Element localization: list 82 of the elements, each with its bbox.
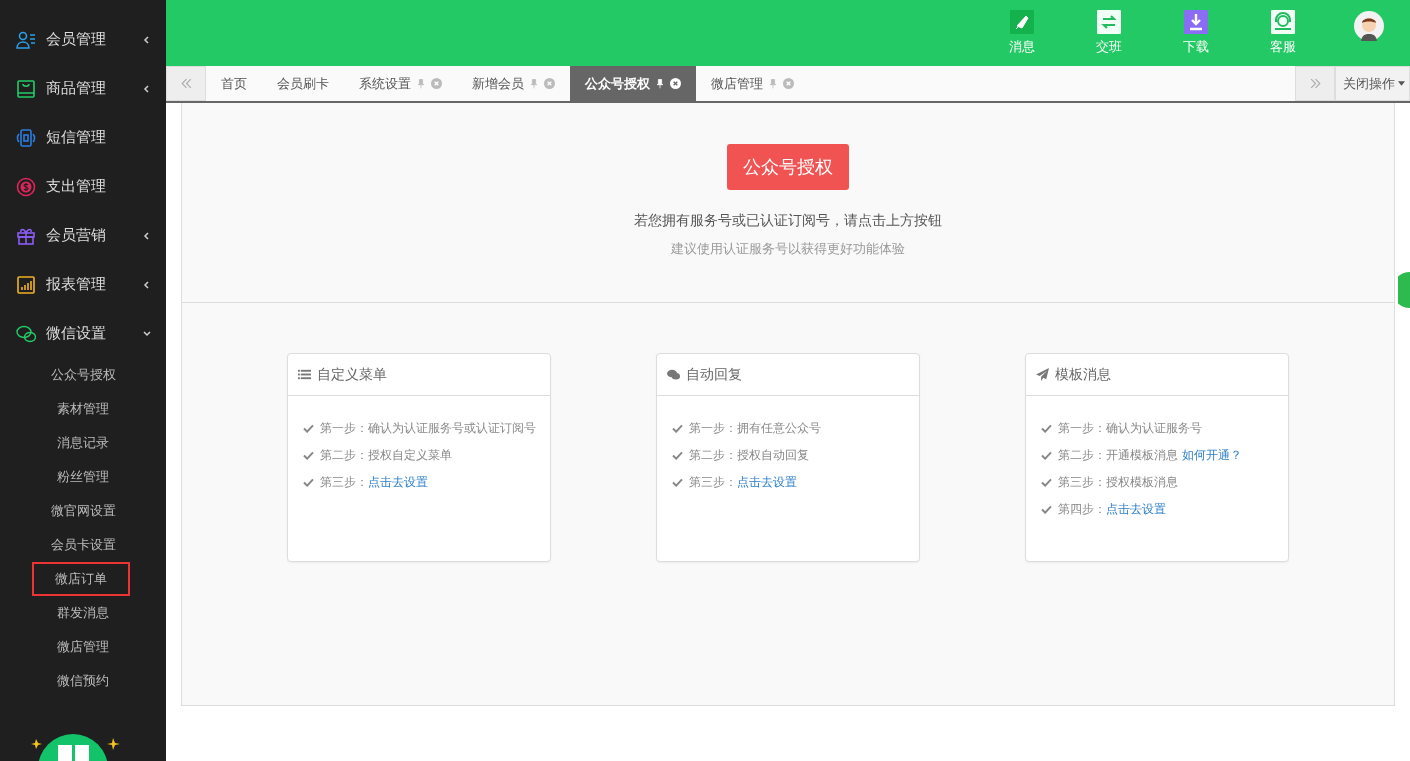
link[interactable]: 点击去设置 [1106,502,1167,516]
tab[interactable]: 新增会员 [457,66,570,101]
step-text: 第三步：授权模板消息 [1058,474,1179,491]
double-chevron-right-icon [1308,77,1322,90]
scroll-left-button[interactable] [166,66,206,101]
step-text: 第二步：授权自动回复 [689,447,809,464]
sidebar-item[interactable]: 商品管理 [0,64,166,113]
floating-button[interactable] [1398,270,1410,310]
sidebar-item[interactable]: 报表管理 [0,260,166,309]
caret-icon [1398,81,1405,86]
check-icon [1041,451,1053,460]
step-text: 第一步：拥有任意公众号 [689,420,821,437]
pin-icon [417,78,425,89]
link[interactable]: 如何开通？ [1182,448,1243,462]
pin-icon [656,78,664,89]
step-text: 第三步：点击去设置 [689,474,797,491]
chat-icon [16,323,36,344]
check-icon [302,424,314,433]
sidebar-item[interactable]: 会员营销 [0,211,166,260]
chevron-left-icon [142,230,152,241]
headset-icon [1270,10,1295,34]
submenu-item[interactable]: 会员卡设置 [28,528,138,562]
sidebar-item[interactable]: 短信管理 [0,113,166,162]
phone-icon [16,127,36,148]
tab[interactable]: 公众号授权 [570,66,696,101]
tab[interactable]: 会员刷卡 [262,66,344,101]
download-icon [1183,10,1208,34]
sidebar-item[interactable]: 会员管理 [0,15,166,64]
sidebar-item[interactable]: 微信设置 [0,309,166,358]
submenu-item[interactable]: 微店管理 [35,630,131,664]
close-menu-button[interactable]: 关闭操作 [1335,66,1410,101]
list-icon [297,368,311,381]
step-text: 第一步：确认为认证服务号或认证订阅号 [319,420,536,437]
check-icon [302,478,314,487]
submenu-item[interactable]: 粉丝管理 [35,460,131,494]
paper-plane-icon [1036,368,1050,381]
coin-icon [16,176,36,197]
scroll-right-button[interactable] [1295,66,1335,101]
close-icon[interactable] [670,78,681,89]
sidebar-item[interactable]: 支出管理 [0,162,166,211]
submenu-item[interactable]: 素材管理 [35,392,131,426]
chevron-left-icon [142,279,152,290]
chevron-left-icon [142,34,152,45]
step-text: 第二步：开通模板消息 如何开通？ [1058,447,1243,464]
submenu-item[interactable]: 微官网设置 [28,494,138,528]
step-text: 第二步：授权自定义菜单 [319,447,452,464]
avatar-icon [1354,11,1384,41]
check-icon [302,451,314,460]
step-text: 第四步：点击去设置 [1058,501,1167,518]
check-icon [672,424,683,433]
submenu-item[interactable]: 公众号授权 [28,358,138,392]
tab[interactable]: 系统设置 [344,66,457,101]
swap-icon [1096,10,1121,34]
users-icon [16,29,36,50]
submenu-item[interactable]: 微信预约 [35,664,131,698]
bag-icon [16,78,36,99]
card-title: 自定义菜单 [316,365,387,384]
pin-icon [530,78,538,89]
card-title: 模板消息 [1055,365,1112,384]
pin-icon [769,78,777,89]
chart-icon [16,274,36,295]
check-icon [672,451,683,460]
hint-text: 若您拥有服务号或已认证订阅号，请点击上方按钮 [634,212,942,230]
link[interactable]: 点击去设置 [737,475,797,489]
link[interactable]: 点击去设置 [367,475,428,489]
card-title: 自动回复 [686,365,742,384]
note-text: 建议使用认证服务号以获得更好功能体验 [671,240,905,258]
submenu-item[interactable]: 微店订单 [32,562,130,596]
tab[interactable]: 微店管理 [696,66,809,101]
submenu-item[interactable]: 群发消息 [35,596,131,630]
chevron-down-icon [142,328,152,339]
submenu-item[interactable]: 消息记录 [35,426,131,460]
check-icon [672,478,683,487]
comments-icon [667,368,680,381]
double-chevron-left-icon [179,77,193,90]
check-icon [1041,505,1053,514]
step-text: 第三步：点击去设置 [319,474,428,491]
tab[interactable]: 首页 [206,66,262,101]
chevron-left-icon [142,83,152,94]
check-icon [1041,478,1053,487]
check-icon [1041,424,1053,433]
step-text: 第一步：确认为认证服务号 [1058,420,1203,437]
